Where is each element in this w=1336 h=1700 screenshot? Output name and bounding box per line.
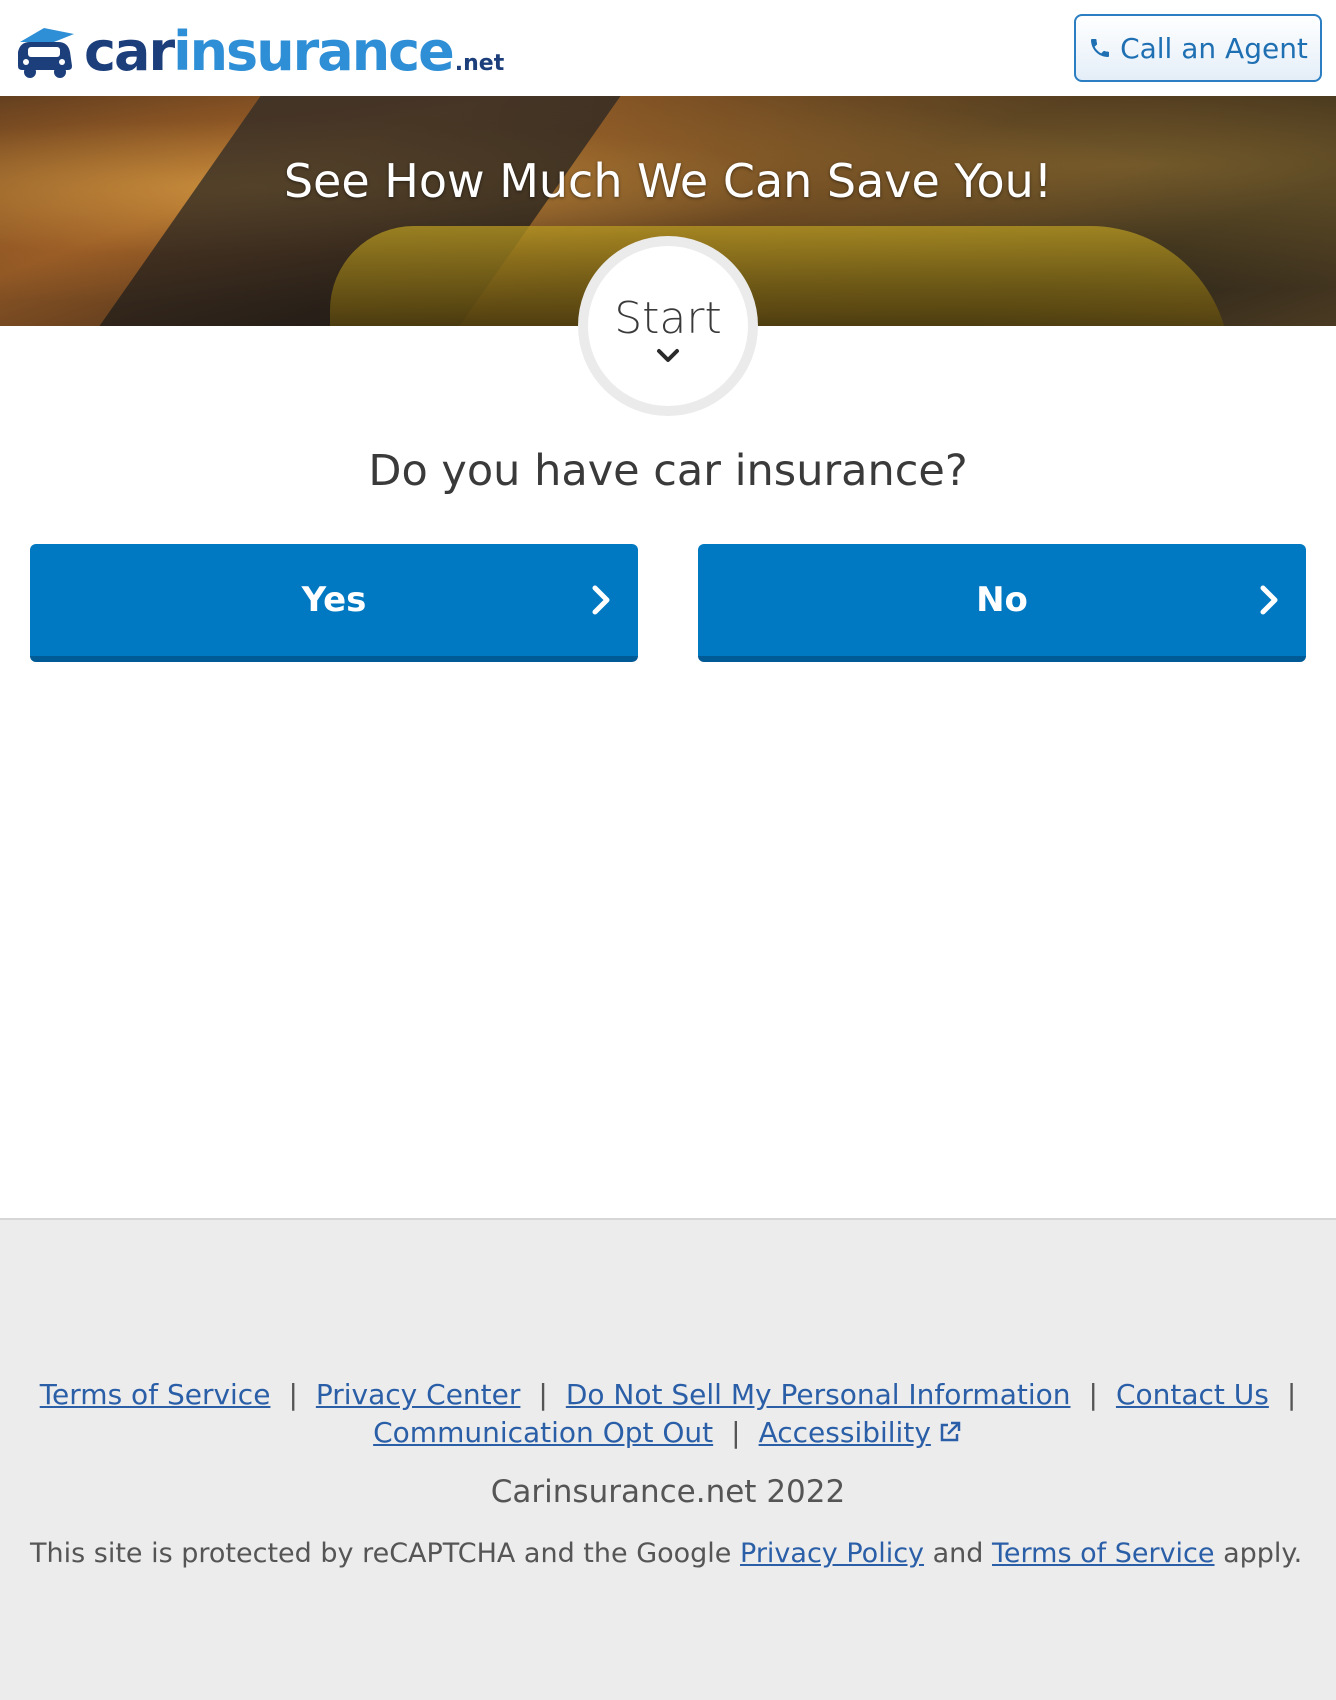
footer-separator: | — [288, 1378, 298, 1411]
footer-link-opt-out[interactable]: Communication Opt Out — [373, 1416, 713, 1449]
footer-separator: | — [1286, 1378, 1297, 1411]
logo-wordmark: carinsurance — [84, 20, 455, 83]
recaptcha-and: and — [932, 1538, 984, 1569]
start-badge[interactable]: Start — [578, 236, 758, 416]
logo-text-tld: .net — [454, 51, 505, 76]
site-logo[interactable]: carinsurance .net — [14, 18, 504, 82]
site-footer: Terms of Service | Privacy Center | Do Not S… — [0, 1218, 1336, 1700]
call-agent-label: Call an Agent — [1120, 31, 1308, 65]
chevron-right-icon — [592, 585, 610, 615]
recaptcha-notice: This site is protected by reCAPTCHA and … — [30, 1538, 1302, 1569]
footer-link-contact[interactable]: Contact Us — [1116, 1378, 1269, 1411]
footer-link-accessibility-label: Accessibility — [758, 1416, 931, 1449]
hero-image-car — [330, 226, 1230, 326]
footer-link-accessibility[interactable]: Accessibility — [759, 1416, 963, 1449]
footer-separator: | — [1088, 1378, 1098, 1411]
recaptcha-suffix: apply. — [1223, 1538, 1303, 1569]
hero-title: See How Much We Can Save You! — [283, 154, 1053, 208]
recaptcha-prefix: This site is protected by reCAPTCHA and … — [30, 1538, 732, 1569]
external-link-icon — [940, 1421, 961, 1442]
footer-links: Terms of Service | Privacy Center | Do Not S… — [0, 1376, 1336, 1452]
footer-link-terms[interactable]: Terms of Service — [40, 1378, 271, 1411]
chevron-down-icon — [657, 348, 679, 362]
logo-text-insurance: insurance — [173, 20, 455, 83]
question-text: Do you have car insurance? — [368, 446, 968, 496]
yes-button[interactable]: Yes — [30, 544, 638, 662]
recaptcha-privacy-link[interactable]: Privacy Policy — [740, 1538, 924, 1569]
site-header: carinsurance .net Call an Agent — [0, 0, 1336, 96]
logo-text-car: car — [84, 20, 175, 83]
footer-link-privacy-center[interactable]: Privacy Center — [316, 1378, 521, 1411]
phone-icon — [1091, 39, 1110, 57]
no-button[interactable]: No — [698, 544, 1306, 662]
footer-separator: | — [731, 1416, 741, 1449]
no-button-label: No — [976, 580, 1028, 620]
footer-link-do-not-sell[interactable]: Do Not Sell My Personal Information — [566, 1378, 1071, 1411]
call-agent-button[interactable]: Call an Agent — [1074, 14, 1322, 82]
car-logo-icon — [14, 22, 80, 82]
copyright-text: Carinsurance.net 2022 — [490, 1474, 846, 1510]
start-label: Start — [614, 292, 722, 344]
yes-button-label: Yes — [301, 580, 367, 620]
recaptcha-terms-link[interactable]: Terms of Service — [992, 1538, 1215, 1569]
footer-separator: | — [538, 1378, 548, 1411]
chevron-right-icon — [1260, 585, 1278, 615]
